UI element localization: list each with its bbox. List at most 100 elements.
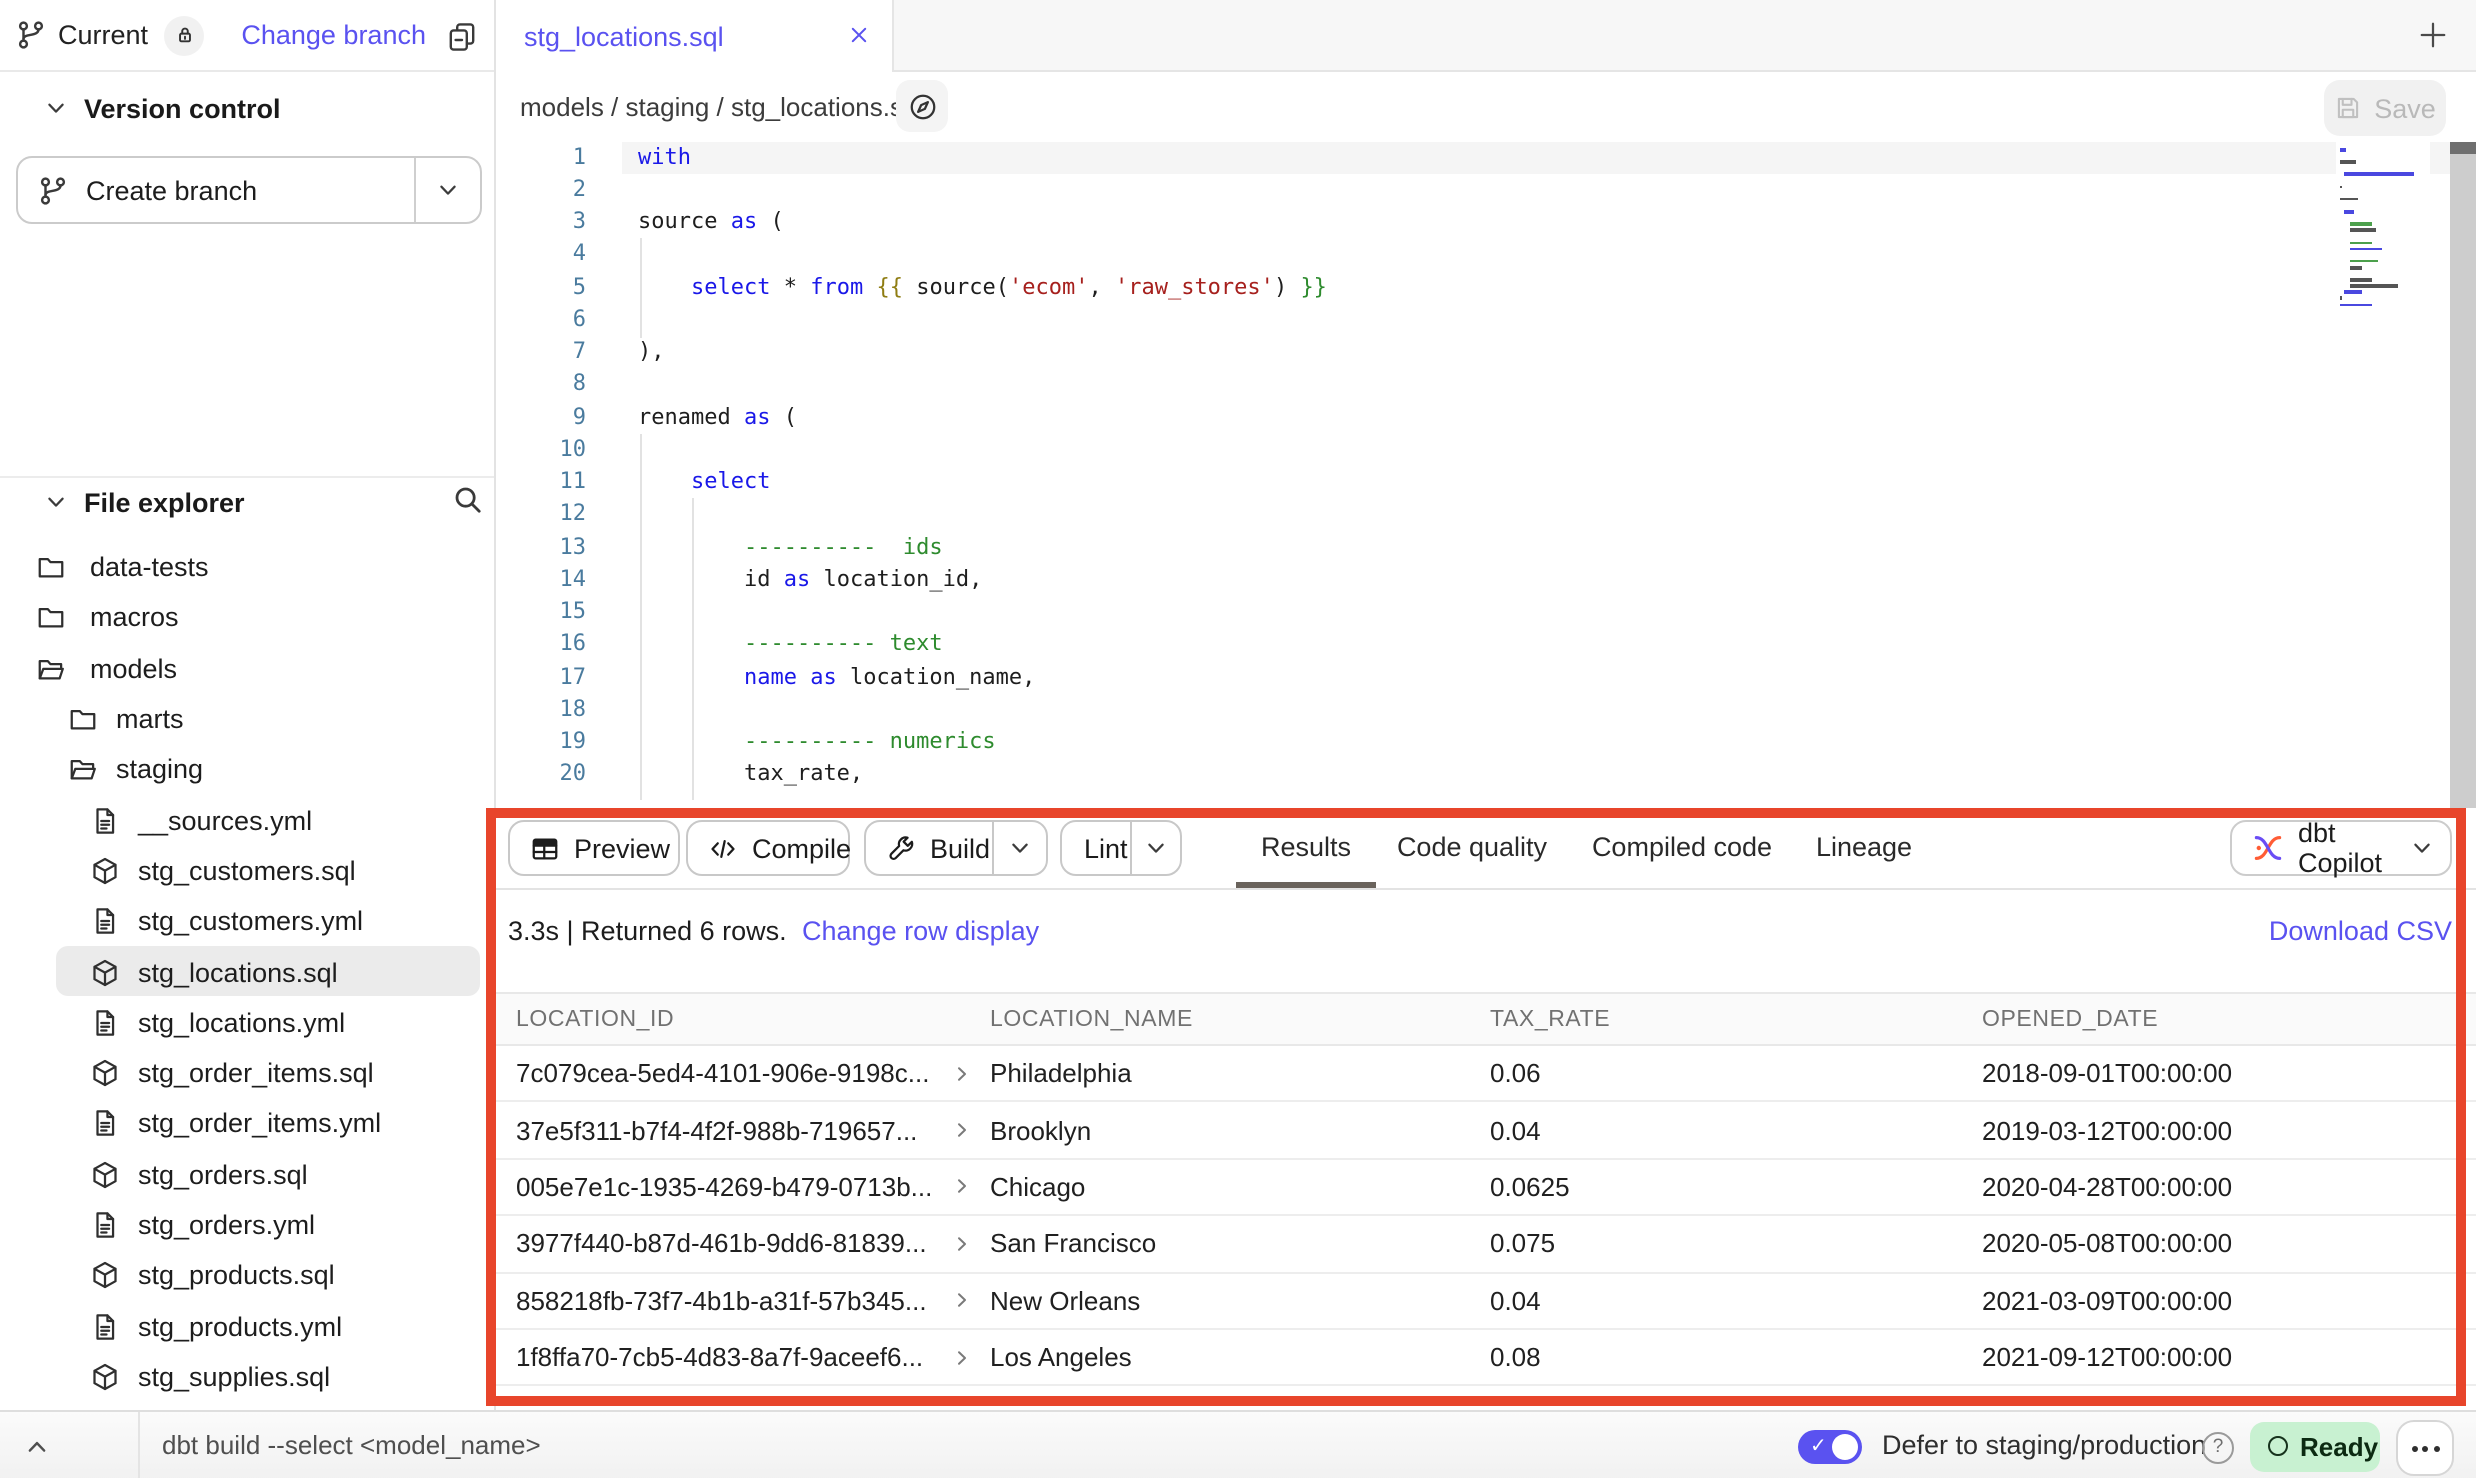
editor-scrollbar[interactable] [2450, 142, 2476, 808]
version-control-header[interactable]: Version control [28, 90, 468, 126]
change-row-display-link[interactable]: Change row display [802, 916, 1039, 946]
more-options-button[interactable] [2396, 1420, 2454, 1476]
file-item-stg-products-sql[interactable]: stg_products.sql [0, 1250, 494, 1301]
dbt-copilot-button[interactable]: dbt Copilot [2230, 820, 2452, 876]
file-item-stg-customers-sql[interactable]: stg_customers.sql [0, 846, 494, 897]
line-number: 12 [496, 499, 586, 532]
check-icon: ✓ [1810, 1433, 1827, 1459]
active-tab-underline [1236, 882, 1376, 888]
chevron-down-icon [44, 96, 68, 120]
file-icon [90, 1109, 120, 1139]
breadcrumb-row: models / staging / stg_locations.sql Sav… [496, 71, 2476, 142]
preview-button[interactable]: Preview [508, 820, 680, 876]
cell-location_name: Chicago [990, 1172, 1490, 1202]
chevron-up-icon[interactable] [24, 1434, 50, 1460]
active-line-highlight [622, 142, 2450, 174]
expand-row-chevron-icon[interactable] [952, 1177, 972, 1197]
cell-opened_date: 2021-03-09T00:00:00 [1982, 1286, 2476, 1316]
file-item-stg-locations-yml[interactable]: stg_locations.yml [0, 997, 494, 1048]
panel-tab-lineage[interactable]: Lineage [1816, 808, 1912, 884]
panel-tab-compiled-code[interactable]: Compiled code [1592, 808, 1772, 884]
build-button[interactable]: Build [864, 820, 1048, 876]
folder-icon [36, 603, 66, 633]
cell-location_name: Los Angeles [990, 1342, 1490, 1372]
file-item-stg-order-items-sql[interactable]: stg_order_items.sql [0, 1048, 494, 1099]
folder-open-icon [68, 755, 98, 785]
file-item--sources-yml[interactable]: __sources.yml [0, 795, 494, 846]
line-number: 13 [496, 531, 586, 564]
defer-toggle[interactable]: ✓ [1798, 1429, 1862, 1463]
lint-dropdown[interactable] [1132, 836, 1180, 860]
navigate-button[interactable] [896, 80, 948, 132]
cell-opened_date: 2021-09-12T00:00:00 [1982, 1342, 2476, 1372]
file-item-macros[interactable]: macros [0, 593, 494, 644]
file-item-label: models [90, 653, 177, 683]
code-line-14: id as location_id, [638, 564, 982, 597]
model-icon [90, 957, 120, 987]
dbt-copilot-icon [2252, 832, 2284, 864]
expand-row-chevron-icon[interactable] [952, 1234, 972, 1254]
file-item-marts[interactable]: marts [0, 694, 494, 745]
save-button[interactable]: Save [2324, 80, 2446, 136]
expand-row-chevron-icon[interactable] [952, 1347, 972, 1367]
status-circle-icon [2268, 1436, 2288, 1456]
results-table-body: 7c079cea-5ed4-4101-906e-9198c...Philadel… [496, 1046, 2476, 1387]
table-row[interactable]: 7c079cea-5ed4-4101-906e-9198c...Philadel… [496, 1046, 2476, 1103]
file-item-models[interactable]: models [0, 643, 494, 694]
code-editor[interactable]: 1234567891011121314151617181920 withsour… [496, 142, 2476, 808]
cell-opened_date: 2019-03-12T00:00:00 [1982, 1115, 2476, 1145]
file-item-stg-customers-yml[interactable]: stg_customers.yml [0, 896, 494, 947]
table-row[interactable]: 1f8ffa70-7cb5-4d83-8a7f-9aceef6...Los An… [496, 1330, 2476, 1387]
file-icon [90, 1008, 120, 1038]
branch-bar: Current Change branch [0, 0, 494, 72]
file-item-stg-order-items-yml[interactable]: stg_order_items.yml [0, 1099, 494, 1150]
file-item-stg-supplies-sql[interactable]: stg_supplies.sql [0, 1352, 494, 1403]
table-row[interactable]: 3977f440-b87d-461b-9dd6-81839...San Fran… [496, 1216, 2476, 1273]
file-item-stg-orders-yml[interactable]: stg_orders.yml [0, 1200, 494, 1251]
table-row[interactable]: 005e7e1c-1935-4269-b479-0713b...Chicago0… [496, 1160, 2476, 1217]
create-branch-dropdown[interactable] [416, 178, 480, 202]
status-badge: Ready [2250, 1421, 2380, 1471]
minimap[interactable] [2336, 142, 2430, 422]
copy-branch-icon[interactable] [446, 19, 478, 51]
expand-row-chevron-icon[interactable] [952, 1120, 972, 1140]
expand-row-chevron-icon[interactable] [952, 1063, 972, 1083]
expand-row-chevron-icon[interactable] [952, 1291, 972, 1311]
change-branch-link[interactable]: Change branch [241, 20, 426, 50]
file-item-stg-locations-sql[interactable]: stg_locations.sql [0, 947, 494, 998]
branch-lock-badge [164, 15, 204, 55]
cell-location_id: 1f8ffa70-7cb5-4d83-8a7f-9aceef6... [496, 1342, 990, 1372]
file-item-staging[interactable]: staging [0, 744, 494, 795]
results-panel: Preview Compile Build Lint Results Code q… [496, 808, 2476, 1410]
new-tab-button[interactable] [2418, 20, 2448, 50]
line-number: 11 [496, 466, 586, 499]
breadcrumb: models / staging / stg_locations.sql [520, 91, 923, 121]
build-dropdown[interactable] [994, 836, 1046, 860]
close-icon[interactable] [848, 24, 870, 46]
create-branch-button[interactable]: Create branch [16, 156, 482, 224]
compile-button[interactable]: Compile [686, 820, 850, 876]
line-number: 18 [496, 694, 586, 727]
lock-icon [173, 24, 195, 46]
scrollbar-thumb[interactable] [2450, 142, 2476, 154]
file-icon [90, 805, 120, 835]
panel-tab-code-quality[interactable]: Code quality [1397, 808, 1547, 884]
tab-stg-locations-sql[interactable]: stg_locations.sql [496, 0, 894, 72]
file-explorer-header[interactable]: File explorer [28, 484, 428, 520]
defer-label: Defer to staging/production [1882, 1430, 2206, 1460]
dbt-ide-app: Current Change branch Version control Cr… [0, 0, 2476, 1478]
toggle-knob [1832, 1433, 1858, 1459]
file-item-stg-orders-sql[interactable]: stg_orders.sql [0, 1149, 494, 1200]
file-item-stg-products-yml[interactable]: stg_products.yml [0, 1301, 494, 1352]
wrench-icon [886, 833, 916, 863]
help-icon[interactable]: ? [2202, 1431, 2234, 1463]
table-row[interactable]: 37e5f311-b7f4-4f2f-988b-719657...Brookly… [496, 1103, 2476, 1160]
panel-tab-results[interactable]: Results [1261, 808, 1351, 884]
lint-button[interactable]: Lint [1060, 820, 1182, 876]
table-row[interactable]: 858218fb-73f7-4b1b-a31f-57b345...New Orl… [496, 1273, 2476, 1330]
cell-opened_date: 2018-09-01T00:00:00 [1982, 1058, 2476, 1088]
download-csv-link[interactable]: Download CSV [2269, 916, 2452, 946]
search-icon[interactable] [452, 484, 484, 516]
file-item-data-tests[interactable]: data-tests [0, 542, 494, 593]
command-input[interactable]: dbt build --select <model_name> [162, 1430, 541, 1460]
